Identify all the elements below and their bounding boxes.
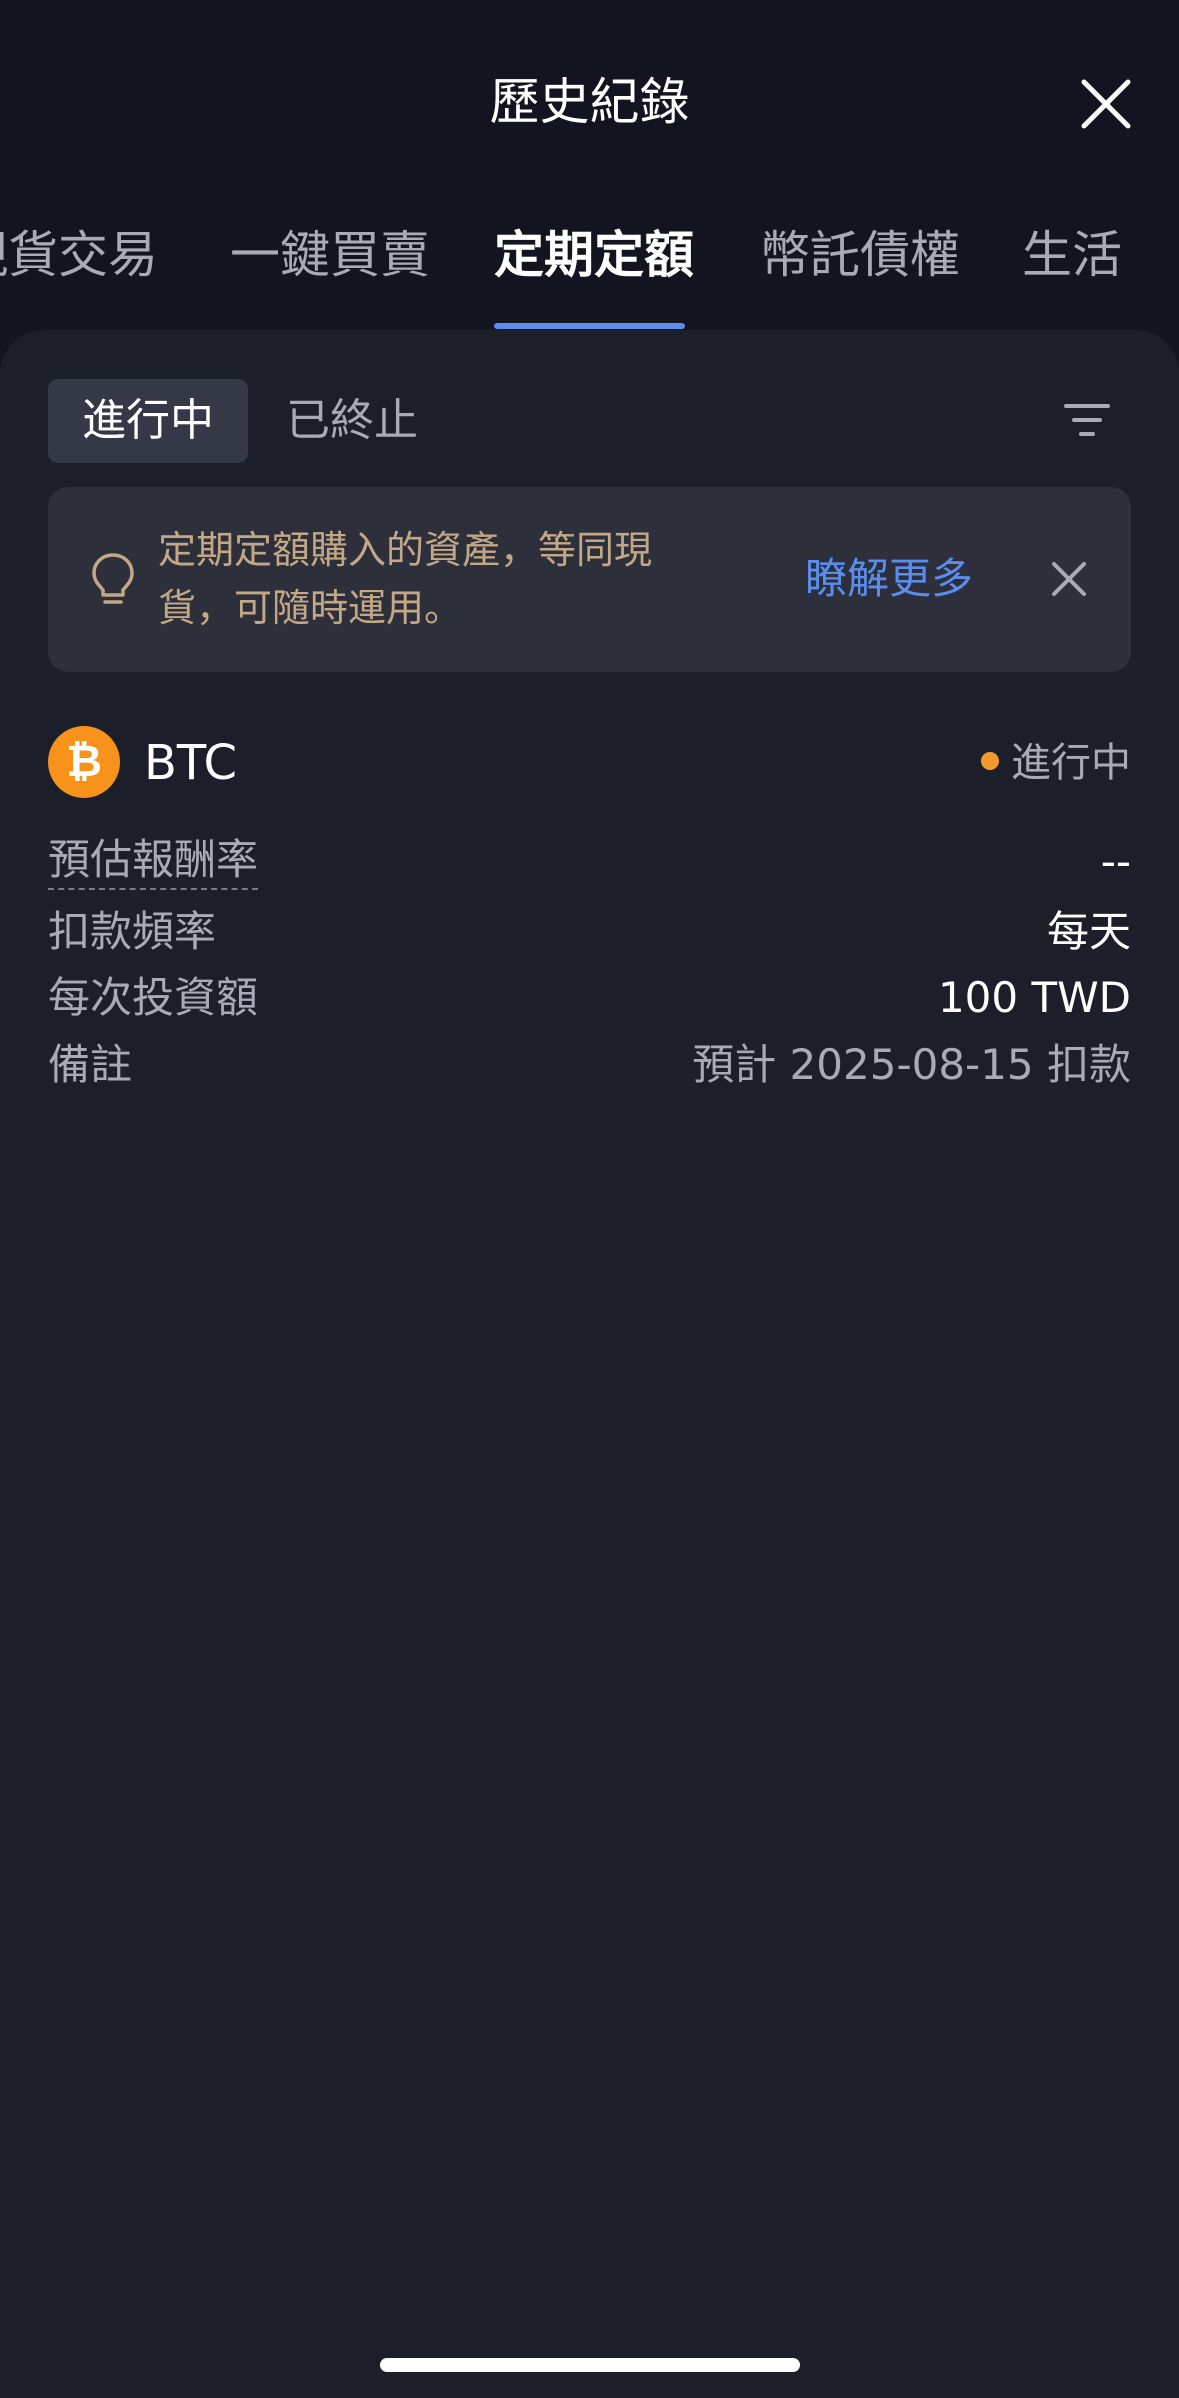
info-banner-text: 定期定額購入的資產，等同現貨，可隨時運用。 xyxy=(158,528,653,630)
filter-icon[interactable] xyxy=(1064,402,1110,438)
detail-value: 每天 xyxy=(1046,907,1131,956)
status-text: 進行中 xyxy=(1011,740,1131,786)
detail-value: 100 TWD xyxy=(937,973,1131,1022)
detail-label: 每次投資額 xyxy=(48,973,259,1022)
tab-life[interactable]: 生活 xyxy=(1022,220,1122,290)
home-indicator[interactable] xyxy=(380,2358,800,2372)
lightbulb-icon xyxy=(88,551,138,607)
detail-row-estimated-return: 預估報酬率 -- xyxy=(48,832,1131,892)
close-icon[interactable] xyxy=(1076,74,1136,134)
close-icon[interactable] xyxy=(1051,561,1087,597)
detail-label: 備註 xyxy=(48,1040,133,1089)
tab-quick-trade[interactable]: 一鍵買賣 xyxy=(230,220,430,290)
tab-spot-trading[interactable]: 現貨交易 xyxy=(0,220,158,290)
status-badge: 進行中 xyxy=(981,734,1131,792)
learn-more-link[interactable]: 瞭解更多 xyxy=(805,551,973,607)
plan-card-header[interactable]: ₿ BTC 進行中 xyxy=(48,726,1131,800)
detail-label[interactable]: 預估報酬率 xyxy=(48,832,259,890)
segment-in-progress[interactable]: 進行中 xyxy=(48,379,248,463)
detail-row-frequency: 扣款頻率 每天 xyxy=(48,902,1131,962)
status-dot xyxy=(981,752,999,770)
tab-crypto-lending[interactable]: 幣託債權 xyxy=(760,220,960,290)
tab-recurring-buy[interactable]: 定期定額 xyxy=(494,220,694,290)
coin-symbol: BTC xyxy=(144,735,237,791)
bitcoin-icon: ₿ xyxy=(48,726,120,798)
detail-label: 扣款頻率 xyxy=(48,907,217,956)
info-banner: 定期定額購入的資產，等同現貨，可隨時運用。 瞭解更多 xyxy=(48,487,1131,672)
detail-value: 預計 2025-08-15 扣款 xyxy=(692,1040,1131,1089)
tab-bar: 現貨交易 一鍵買賣 定期定額 幣託債權 生活 xyxy=(0,220,1179,330)
segment-terminated[interactable]: 已終止 xyxy=(286,379,418,463)
active-tab-indicator xyxy=(494,323,685,329)
page-title: 歷史紀錄 xyxy=(489,73,690,131)
detail-row-amount: 每次投資額 100 TWD xyxy=(48,968,1131,1028)
detail-row-note: 備註 預計 2025-08-15 扣款 xyxy=(48,1035,1131,1095)
detail-value: -- xyxy=(1100,837,1131,886)
